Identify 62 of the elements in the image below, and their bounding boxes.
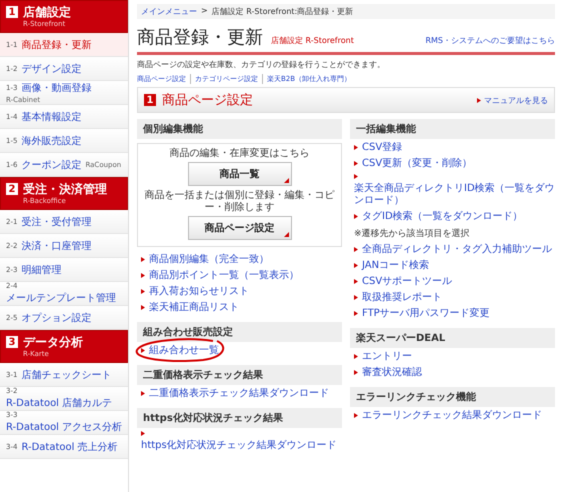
- menu-button[interactable]: 商品一覧: [188, 162, 292, 186]
- panel-link[interactable]: 二重価格表示チェック結果ダウンロード: [149, 388, 329, 400]
- panel-link[interactable]: エントリー: [362, 351, 412, 363]
- panel-link[interactable]: 審査状況確認: [362, 367, 422, 379]
- panel-link[interactable]: 取扱推奨レポート: [362, 292, 442, 304]
- panel-link[interactable]: CSV登録: [362, 142, 402, 154]
- breadcrumb-link[interactable]: メインメニュー: [141, 6, 197, 17]
- item-label[interactable]: R-Datatool 売上分析: [21, 440, 118, 454]
- panel-link[interactable]: 商品個別編集（完全一致）: [149, 254, 269, 266]
- manual-link[interactable]: マニュアルを見る: [477, 94, 548, 106]
- panel-heading: 二重価格表示チェック結果: [137, 365, 342, 385]
- section-number: 2: [6, 183, 18, 195]
- button-caption: 商品を一括または個別に登録・編集・コピー・削除します: [144, 190, 335, 214]
- panel-link[interactable]: CSV更新（変更・削除）: [362, 158, 472, 170]
- request-link[interactable]: RMS・システムへのご要望はこちら: [425, 35, 555, 46]
- section-title: 受注・決済管理: [23, 181, 107, 197]
- panel-link[interactable]: 全商品ディレクトリ・タグ入力補助ツール: [362, 244, 552, 256]
- button-caption: 商品の編集・在庫変更はこちら: [170, 148, 310, 160]
- panel-link[interactable]: 楽天補正商品リスト: [149, 302, 239, 314]
- panel-link[interactable]: https化対応状況チェック結果ダウンロード: [141, 440, 337, 452]
- section-number: 3: [6, 336, 18, 348]
- item-label[interactable]: R-Datatool アクセス分析: [6, 420, 122, 434]
- panel-heading: 個別編集機能: [137, 119, 342, 139]
- item-label[interactable]: 受注・受付管理: [21, 214, 92, 228]
- link-note: ※遷移先から該当項目を選択: [354, 228, 470, 240]
- item-label[interactable]: デザイン設定: [21, 62, 82, 76]
- menu-button[interactable]: 商品ページ設定: [188, 216, 292, 240]
- item-label[interactable]: 明細管理: [21, 262, 62, 276]
- item-label[interactable]: 店舗チェックシート: [21, 368, 112, 382]
- panel-link[interactable]: 再入荷お知らせリスト: [149, 286, 249, 298]
- item-label[interactable]: 画像・動画登録: [21, 81, 92, 96]
- panel-link[interactable]: エラーリンクチェック結果ダウンロード: [362, 410, 542, 422]
- section-number: 1: [6, 6, 18, 18]
- breadcrumb-separator: >: [201, 6, 208, 17]
- panel-link[interactable]: JANコード検索: [362, 260, 430, 272]
- item-label[interactable]: 商品登録・更新: [21, 38, 92, 52]
- breadcrumb-current: 店舗設定 R-Storefront:商品登録・更新: [212, 6, 354, 17]
- section-number: 1: [144, 94, 156, 106]
- page-category: 店舗設定 R-Storefront: [271, 35, 354, 46]
- item-label[interactable]: 決済・口座管理: [21, 238, 92, 252]
- item-label[interactable]: 基本情報設定: [21, 110, 82, 124]
- panel-heading: 組み合わせ販売設定: [137, 322, 342, 342]
- section-title: 店舗設定: [23, 4, 71, 20]
- panel-heading: 楽天スーパーDEAL: [350, 328, 555, 348]
- item-label[interactable]: クーポン設定: [21, 158, 82, 172]
- item-label[interactable]: オプション設定: [21, 310, 92, 324]
- panel-link[interactable]: 商品別ポイント一覧（一覧表示）: [149, 270, 299, 282]
- panel-link[interactable]: 楽天全商品ディレクトリID検索（一覧をダウンロード）: [354, 183, 555, 207]
- panel-heading: https化対応状況チェック結果: [137, 408, 342, 428]
- panel-link[interactable]: タグID検索（一覧をダウンロード）: [362, 211, 523, 223]
- section-title: データ分析: [23, 334, 83, 350]
- page-description: 商品ページの設定や在庫数、カテゴリの登録を行うことができます。: [137, 59, 386, 70]
- panel-heading: エラーリンクチェック機能: [350, 387, 555, 407]
- panel-link[interactable]: 組み合わせ一覧: [149, 345, 219, 357]
- panel-heading: 一括編集機能: [350, 119, 555, 139]
- panel-link[interactable]: CSVサポートツール: [362, 276, 452, 288]
- page-title: 商品登録・更新: [137, 26, 263, 49]
- item-label[interactable]: 海外販売設定: [21, 134, 82, 148]
- section-title: 商品ページ設定: [162, 92, 253, 109]
- panel-link[interactable]: FTPサーバ用パスワード変更: [362, 308, 490, 320]
- item-label[interactable]: R-Datatool 店舗カルテ: [6, 396, 112, 410]
- item-label[interactable]: メールテンプレート管理: [6, 290, 116, 305]
